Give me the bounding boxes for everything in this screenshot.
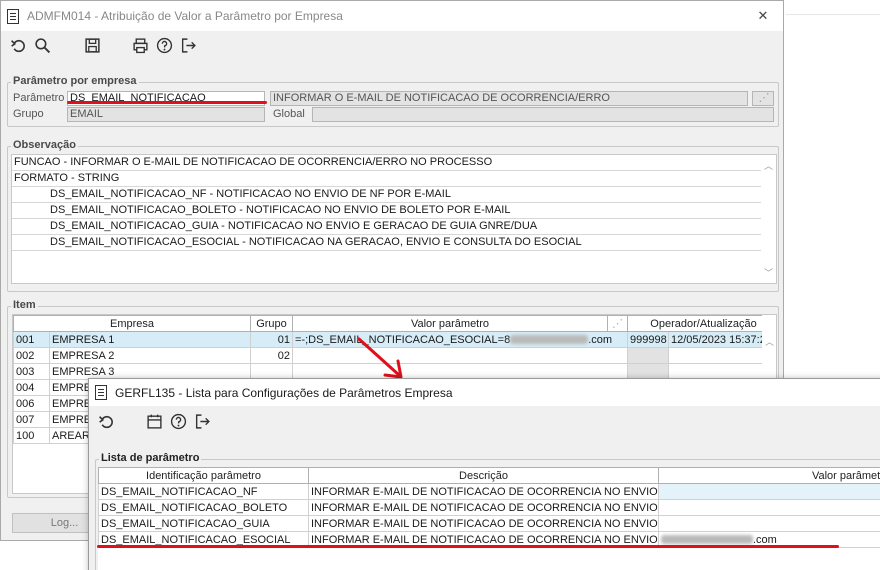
row-code: 006 <box>13 395 50 412</box>
table-row[interactable]: DS_EMAIL_NOTIFICACAO_NF INFORMAR E-MAIL … <box>98 483 880 500</box>
lista-title: Lista de parâmetro <box>99 452 202 464</box>
row-atualizacao: 12/05/2023 15:37:29 <box>668 331 776 348</box>
table-row[interactable]: DS_EMAIL_NOTIFICACAO_BOLETO INFORMAR E-M… <box>98 499 880 516</box>
col-valor[interactable]: Valor parâmetro <box>658 467 880 484</box>
row-code: 007 <box>13 411 50 428</box>
row-valor[interactable] <box>658 499 880 516</box>
document-icon <box>7 8 19 24</box>
grupo-label: Grupo <box>13 108 44 120</box>
item-title: Item <box>11 299 38 311</box>
toolbar <box>89 406 880 436</box>
title-bar: ADMFM014 - Atribuição de Valor a Parâmet… <box>1 1 783 31</box>
row-empresa: EMPRESA 2 <box>49 347 251 364</box>
row-valor[interactable] <box>658 515 880 532</box>
print-icon[interactable] <box>129 34 151 56</box>
observacao-line: DS_EMAIL_NOTIFICACAO_BOLETO - NOTIFICACA… <box>12 203 761 219</box>
observacao-line: DS_EMAIL_NOTIFICACAO_NF - NOTIFICACAO NO… <box>12 187 761 203</box>
document-icon <box>95 385 107 400</box>
window-title: ADMFM014 - Atribuição de Valor a Parâmet… <box>27 9 343 23</box>
global-label: Global <box>273 108 305 120</box>
row-operador: 999998 <box>627 331 669 348</box>
col-empresa[interactable]: Empresa <box>13 315 251 332</box>
highlight-esocial <box>97 545 839 548</box>
observacao-line: DS_EMAIL_NOTIFICACAO_GUIA - NOTIFICACAO … <box>12 219 761 235</box>
scroll-up-icon[interactable]: ︿ <box>761 159 776 172</box>
col-identificacao[interactable]: Identificação parâmetro <box>98 467 309 484</box>
window-title: GERFL135 - Lista para Configurações de P… <box>115 385 453 400</box>
parametro-label: Parâmetro <box>13 92 65 104</box>
exit-icon[interactable] <box>177 34 199 56</box>
row-identificacao: DS_EMAIL_NOTIFICACAO_GUIA <box>98 515 309 532</box>
title-bar: GERFL135 - Lista para Configurações de P… <box>89 379 880 406</box>
row-grupo: 01 <box>250 331 293 348</box>
observacao-line: FORMATO - STRING <box>12 171 761 187</box>
observacao-scrollbar[interactable]: ︿ ﹀ <box>761 155 776 283</box>
global-field <box>312 107 774 122</box>
row-descricao: INFORMAR E-MAIL DE NOTIFICACAO DE OCORRE… <box>308 499 659 516</box>
param-group-title: Parâmetro por empresa <box>11 75 139 87</box>
row-code: 004 <box>13 379 50 396</box>
row-descricao: INFORMAR E-MAIL DE NOTIFICACAO DE OCORRE… <box>308 515 659 532</box>
row-code: 001 <box>13 331 50 348</box>
row-identificacao: DS_EMAIL_NOTIFICACAO_NF <box>98 483 309 500</box>
valor-suffix: .com <box>753 533 777 546</box>
table-row[interactable]: DS_EMAIL_NOTIFICACAO_GUIA INFORMAR E-MAI… <box>98 515 880 532</box>
lista-table: Identificação parâmetro Descrição Valor … <box>98 467 880 548</box>
gerfl135-window: GERFL135 - Lista para Configurações de P… <box>88 378 880 570</box>
col-valor[interactable]: Valor parâmetro <box>292 315 608 332</box>
valor-lookup-icon[interactable]: ⋰ <box>607 315 628 332</box>
lista-table-container: Identificação parâmetro Descrição Valor … <box>98 467 880 570</box>
undo-icon[interactable] <box>95 410 117 432</box>
row-operador <box>627 347 669 364</box>
row-code: 002 <box>13 347 50 364</box>
exit-icon[interactable] <box>191 410 213 432</box>
parametro-description-field: INFORMAR O E-MAIL DE NOTIFICACAO DE OCOR… <box>270 91 748 106</box>
grupo-field: EMAIL <box>67 107 265 122</box>
valor-suffix: .com <box>588 333 613 346</box>
help-icon[interactable] <box>167 410 189 432</box>
row-valor[interactable] <box>658 483 880 500</box>
redacted-email <box>661 535 753 545</box>
row-code: 100 <box>13 427 50 444</box>
highlight-parametro <box>67 101 267 104</box>
scroll-up-icon[interactable]: ︿ <box>762 335 776 348</box>
background-divider <box>786 14 880 15</box>
toolbar <box>1 31 783 59</box>
help-icon[interactable] <box>153 34 175 56</box>
row-valor[interactable]: =-;DS_EMAIL_NOTIFICACAO_ESOCIAL=8 .com <box>292 331 628 348</box>
observacao-title: Observação <box>11 139 78 151</box>
row-valor[interactable] <box>292 347 628 364</box>
undo-icon[interactable] <box>7 34 29 56</box>
row-code: 003 <box>13 363 50 380</box>
row-identificacao: DS_EMAIL_NOTIFICACAO_BOLETO <box>98 499 309 516</box>
row-atualizacao <box>668 347 776 364</box>
col-descricao[interactable]: Descrição <box>308 467 659 484</box>
observacao-text[interactable]: FUNCAO - INFORMAR O E-MAIL DE NOTIFICACA… <box>11 154 777 284</box>
col-grupo[interactable]: Grupo <box>250 315 293 332</box>
close-button[interactable]: ✕ <box>748 6 778 26</box>
calendar-icon[interactable] <box>143 410 165 432</box>
search-icon[interactable] <box>31 34 53 56</box>
observacao-line: DS_EMAIL_NOTIFICACAO_ESOCIAL - NOTIFICAC… <box>12 235 761 251</box>
row-descricao: INFORMAR E-MAIL DE NOTIFICACAO DE OCORRE… <box>308 483 659 500</box>
observacao-line: FUNCAO - INFORMAR O E-MAIL DE NOTIFICACA… <box>12 155 761 171</box>
redacted-email <box>510 335 589 345</box>
save-icon[interactable] <box>81 34 103 56</box>
row-grupo: 02 <box>250 347 293 364</box>
row-empresa: EMPRESA 1 <box>49 331 251 348</box>
scroll-down-icon[interactable]: ﹀ <box>761 266 776 279</box>
col-operador[interactable]: Operador/Atualização <box>627 315 776 332</box>
parametro-lookup-button[interactable]: ⋰ <box>752 91 774 106</box>
